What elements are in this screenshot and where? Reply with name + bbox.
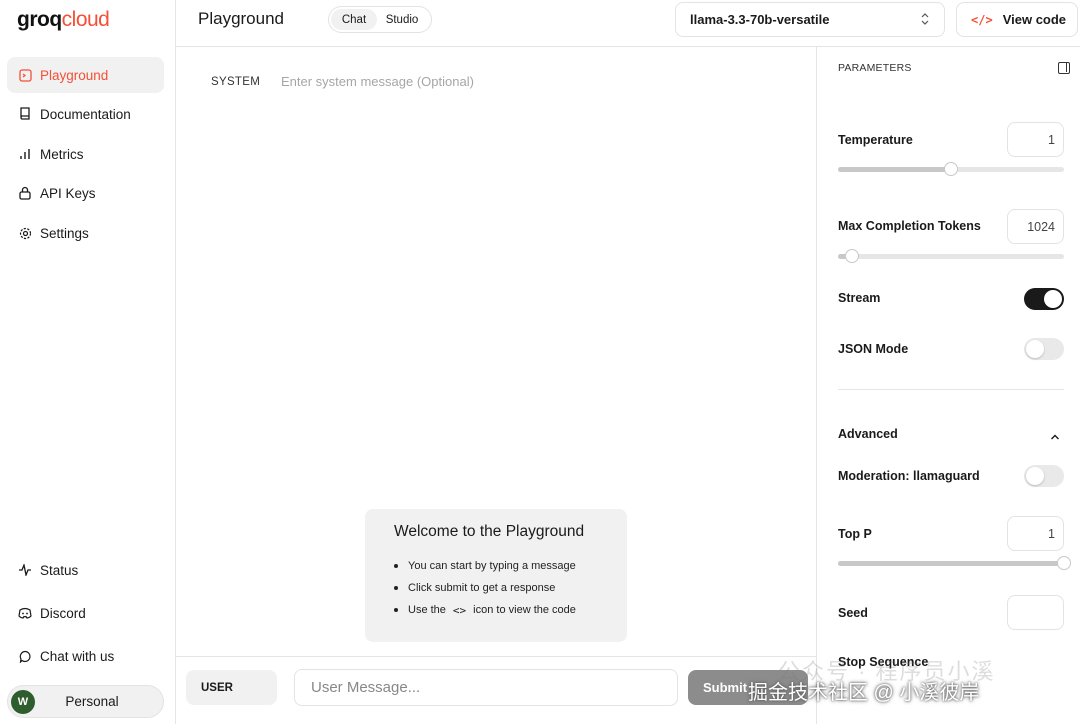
sidebar-item-metrics[interactable]: Metrics	[7, 136, 164, 172]
system-label: SYSTEM	[211, 76, 261, 88]
view-code-button[interactable]: </> View code	[956, 2, 1078, 37]
app-root: groqcloud Playground Documentation Metri…	[0, 0, 1080, 724]
user-message-input[interactable]: User Message...	[294, 669, 678, 706]
stream-toggle[interactable]	[1024, 288, 1064, 310]
model-select[interactable]: llama-3.3-70b-versatile	[675, 2, 945, 37]
sidebar-item-label: Metrics	[40, 146, 84, 162]
slider-thumb[interactable]	[1057, 556, 1071, 570]
avatar: W	[11, 689, 35, 714]
lock-icon	[18, 186, 32, 200]
watermark: 公众号 · 程序员小溪 掘金技术社区 @ 小溪彼岸	[748, 659, 1068, 712]
stream-label: Stream	[838, 291, 881, 305]
chat-bubble-icon	[18, 649, 32, 663]
chevron-up-down-icon	[920, 12, 930, 29]
temperature-input[interactable]: 1	[1007, 122, 1064, 157]
watermark-faint: 公众号 · 程序员小溪	[778, 659, 996, 684]
sidebar-item-label: Playground	[40, 67, 109, 83]
max-tokens-input[interactable]: 1024	[1007, 209, 1064, 244]
list-item: Click submit to get a response	[394, 577, 627, 599]
page-title: Playground	[198, 9, 285, 28]
book-icon	[18, 107, 32, 121]
account-switcher[interactable]: W Personal	[7, 685, 164, 718]
seed-input[interactable]	[1007, 595, 1064, 630]
code-brackets-icon: <>	[452, 603, 467, 617]
groqcloud-logo[interactable]: groqcloud	[17, 8, 110, 32]
sidebar-item-label: Documentation	[40, 106, 131, 122]
sidebar-item-api-keys[interactable]: API Keys	[7, 175, 164, 211]
sidebar-item-label: Discord	[40, 605, 86, 621]
system-message-input[interactable]: Enter system message (Optional)	[281, 74, 474, 89]
bar-chart-icon	[18, 147, 32, 161]
top-p-input[interactable]: 1	[1007, 516, 1064, 551]
sidebar-item-settings[interactable]: Settings	[7, 215, 164, 251]
welcome-list: You can start by typing a message Click …	[394, 555, 627, 621]
parameters-panel: PARAMETERS Temperature 1 Max Completion …	[816, 47, 1080, 724]
slider-thumb[interactable]	[844, 249, 859, 263]
discord-icon	[18, 606, 32, 620]
tab-chat[interactable]: Chat	[331, 9, 377, 30]
sidebar-item-playground[interactable]: Playground	[7, 57, 164, 93]
parameters-title: PARAMETERS	[838, 62, 912, 74]
max-tokens-slider[interactable]	[838, 249, 1064, 263]
slider-fill	[838, 561, 1064, 566]
mode-toggle: Chat Studio	[328, 6, 432, 33]
advanced-section-header[interactable]: Advanced	[838, 427, 898, 441]
list-item: Use the <> icon to view the code	[394, 599, 627, 621]
model-select-value: llama-3.3-70b-versatile	[690, 12, 830, 27]
json-mode-toggle[interactable]	[1024, 338, 1064, 360]
sidebar-item-label: Chat with us	[40, 648, 115, 664]
slider-fill	[838, 167, 951, 172]
moderation-label: Moderation: llamaguard	[838, 469, 980, 483]
temperature-slider[interactable]	[838, 162, 1064, 176]
code-icon: </>	[971, 12, 993, 27]
temperature-label: Temperature	[838, 133, 913, 147]
sidebar-item-status[interactable]: Status	[7, 552, 164, 588]
max-tokens-label: Max Completion Tokens	[838, 219, 981, 233]
toggle-knob	[1026, 467, 1044, 485]
role-selector[interactable]: USER	[186, 670, 277, 705]
chat-area: SYSTEM Enter system message (Optional) W…	[176, 47, 816, 724]
sidebar-item-label: Settings	[40, 225, 89, 241]
playground-icon	[18, 68, 32, 82]
sidebar-item-discord[interactable]: Discord	[7, 595, 164, 631]
top-p-label: Top P	[838, 527, 872, 541]
sidebar-item-label: Status	[40, 562, 79, 578]
panel-toggle-icon[interactable]	[1058, 62, 1070, 74]
top-header: Playground Chat Studio llama-3.3-70b-ver…	[176, 0, 1080, 47]
top-p-slider[interactable]	[838, 556, 1071, 570]
slider-thumb[interactable]	[944, 162, 958, 176]
welcome-title: Welcome to the Playground	[394, 523, 585, 540]
welcome-card: Welcome to the Playground You can start …	[365, 509, 627, 642]
message-composer: USER User Message... Submit	[176, 656, 816, 724]
moderation-toggle[interactable]	[1024, 465, 1064, 487]
activity-icon	[18, 563, 32, 577]
view-code-label: View code	[1002, 12, 1067, 27]
toggle-knob	[1026, 340, 1044, 358]
sidebar-item-label: API Keys	[40, 185, 96, 201]
seed-label: Seed	[838, 606, 868, 620]
sidebar-item-documentation[interactable]: Documentation	[7, 96, 164, 132]
toggle-knob	[1044, 290, 1062, 308]
json-mode-label: JSON Mode	[838, 342, 909, 356]
list-item: You can start by typing a message	[394, 555, 627, 577]
account-label: Personal	[65, 694, 119, 709]
tab-studio[interactable]: Studio	[377, 9, 427, 30]
gear-icon	[18, 226, 32, 240]
sidebar: groqcloud Playground Documentation Metri…	[0, 0, 176, 724]
divider	[838, 389, 1064, 390]
sidebar-item-chat-with-us[interactable]: Chat with us	[7, 638, 164, 674]
chevron-up-icon[interactable]	[1050, 428, 1060, 446]
